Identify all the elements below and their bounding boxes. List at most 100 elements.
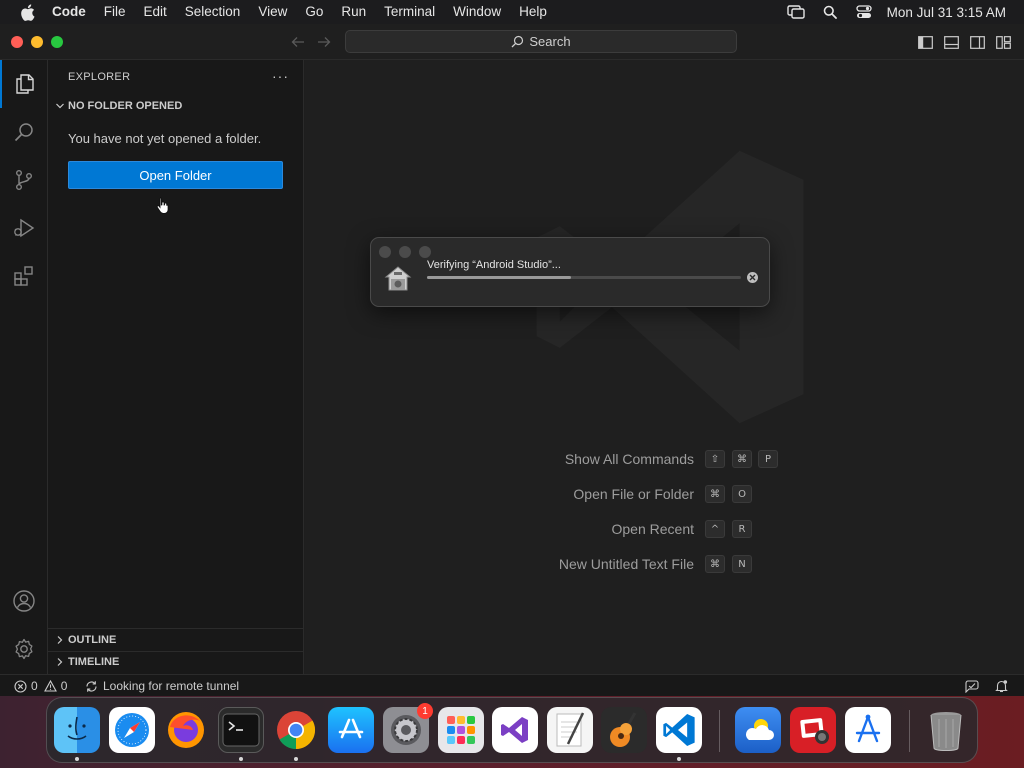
- toggle-secondary-sidebar-icon[interactable]: [969, 34, 985, 50]
- weather-app-icon[interactable]: [735, 707, 781, 753]
- chrome-app-icon[interactable]: [273, 707, 319, 753]
- menu-go[interactable]: Go: [296, 0, 332, 24]
- explorer-sidebar: EXPLORER ··· NO FOLDER OPENED You have n…: [48, 60, 304, 674]
- spotlight-search-icon[interactable]: [813, 0, 847, 24]
- screen-mirroring-icon[interactable]: [779, 0, 813, 24]
- error-count: 0: [31, 679, 38, 693]
- search-icon: [511, 35, 524, 48]
- menu-run[interactable]: Run: [332, 0, 375, 24]
- more-actions-icon[interactable]: ···: [272, 68, 289, 84]
- dialog-close-dot: [379, 246, 391, 258]
- chevron-right-icon: [52, 651, 68, 673]
- gatekeeper-icon: [383, 264, 413, 294]
- remote-status-text: Looking for remote tunnel: [103, 679, 240, 693]
- open-folder-button[interactable]: Open Folder: [68, 161, 283, 189]
- textedit-app-icon[interactable]: [547, 707, 593, 753]
- running-indicator: [677, 757, 681, 761]
- menu-view[interactable]: View: [249, 0, 296, 24]
- shortcut-key: ^: [705, 520, 725, 538]
- menu-selection[interactable]: Selection: [176, 0, 250, 24]
- menu-window[interactable]: Window: [444, 0, 510, 24]
- outline-label: OUTLINE: [68, 634, 117, 646]
- control-center-icon[interactable]: [847, 0, 881, 24]
- search-view-icon[interactable]: [0, 108, 48, 156]
- shortcut-key: ⌘: [732, 450, 752, 468]
- menu-file[interactable]: File: [95, 0, 135, 24]
- menu-help[interactable]: Help: [510, 0, 556, 24]
- dialog-zoom-dot: [419, 246, 431, 258]
- garageband-app-icon[interactable]: [601, 707, 647, 753]
- forward-arrow-icon[interactable]: [315, 33, 333, 51]
- minimize-window-button[interactable]: [31, 36, 43, 48]
- run-and-debug-icon[interactable]: [0, 204, 48, 252]
- shortcut-key: ⌘: [705, 555, 725, 573]
- notification-badge: 1: [417, 703, 433, 719]
- photo-booth-app-icon[interactable]: [790, 707, 836, 753]
- problems-status[interactable]: 0 0: [14, 675, 67, 697]
- timeline-label: TIMELINE: [68, 656, 120, 668]
- accounts-icon[interactable]: [0, 577, 48, 625]
- menu-terminal[interactable]: Terminal: [375, 0, 444, 24]
- progress-fill: [427, 276, 572, 279]
- dialog-title: Verifying “Android Studio”...: [427, 259, 561, 271]
- visual-studio-app-icon[interactable]: [492, 707, 538, 753]
- error-icon: [14, 679, 27, 693]
- dock: 1: [46, 697, 978, 763]
- safari-app-icon[interactable]: [109, 707, 155, 753]
- section-timeline[interactable]: TIMELINE: [52, 651, 302, 673]
- toggle-primary-sidebar-icon[interactable]: [917, 34, 933, 50]
- feedback-icon[interactable]: [965, 675, 979, 697]
- instruments-app-icon[interactable]: [845, 707, 891, 753]
- trash-icon[interactable]: [923, 707, 969, 753]
- back-arrow-icon[interactable]: [289, 33, 307, 51]
- explorer-icon[interactable]: [0, 60, 48, 108]
- remote-tunnel-status[interactable]: Looking for remote tunnel: [85, 675, 239, 697]
- no-folder-message: You have not yet opened a folder.: [68, 131, 262, 146]
- terminal-app-icon[interactable]: [218, 707, 264, 753]
- command-center-search[interactable]: Search: [345, 30, 737, 53]
- search-label: Search: [529, 34, 571, 49]
- open-file-or-folder-label[interactable]: Open File or Folder: [573, 486, 694, 502]
- vscode-app-icon[interactable]: [656, 707, 702, 753]
- extensions-icon[interactable]: [0, 252, 48, 300]
- menubar-clock[interactable]: Mon Jul 31 3:15 AM: [881, 5, 1024, 20]
- dock-separator: [909, 710, 910, 752]
- close-window-button[interactable]: [11, 36, 23, 48]
- shortcut-key: ⇧: [705, 450, 725, 468]
- menu-app-code[interactable]: Code: [52, 0, 95, 24]
- running-indicator: [294, 757, 298, 761]
- zoom-window-button[interactable]: [51, 36, 63, 48]
- dialog-minimize-dot: [399, 246, 411, 258]
- notifications-bell-icon[interactable]: [995, 675, 1008, 697]
- verification-progress-bar: [427, 276, 741, 279]
- status-bar: 0 0 Looking for remote tunnel: [0, 674, 1024, 696]
- shortcut-key: N: [732, 555, 752, 573]
- finder-app-icon[interactable]: [54, 707, 100, 753]
- launchpad-app-icon[interactable]: [438, 707, 484, 753]
- section-title: NO FOLDER OPENED: [68, 100, 183, 112]
- verifying-dialog: Verifying “Android Studio”...: [370, 237, 770, 307]
- shortcut-key: ⌘: [705, 485, 725, 503]
- chevron-down-icon: [52, 95, 68, 117]
- activity-bar: [0, 60, 48, 674]
- new-untitled-text-file-label[interactable]: New Untitled Text File: [559, 556, 694, 572]
- shortcut-key: P: [758, 450, 778, 468]
- warning-icon: [43, 680, 57, 692]
- section-outline[interactable]: OUTLINE: [52, 629, 302, 651]
- customize-layout-icon[interactable]: [995, 34, 1011, 50]
- shortcut-key: O: [732, 485, 752, 503]
- app-store-app-icon[interactable]: [328, 707, 374, 753]
- menu-edit[interactable]: Edit: [135, 0, 176, 24]
- toggle-panel-icon[interactable]: [943, 34, 959, 50]
- firefox-app-icon[interactable]: [163, 707, 209, 753]
- apple-menu-icon[interactable]: [18, 0, 36, 24]
- pointer-hand-cursor-icon: [156, 196, 170, 219]
- section-no-folder-opened[interactable]: NO FOLDER OPENED: [52, 95, 302, 117]
- running-indicator: [75, 757, 79, 761]
- show-all-commands-label[interactable]: Show All Commands: [565, 451, 694, 467]
- manage-gear-icon[interactable]: [0, 625, 48, 673]
- macos-menu-bar: Code File Edit Selection View Go Run Ter…: [0, 0, 1024, 24]
- cancel-verification-icon[interactable]: [747, 272, 758, 283]
- open-recent-label[interactable]: Open Recent: [612, 521, 695, 537]
- source-control-icon[interactable]: [0, 156, 48, 204]
